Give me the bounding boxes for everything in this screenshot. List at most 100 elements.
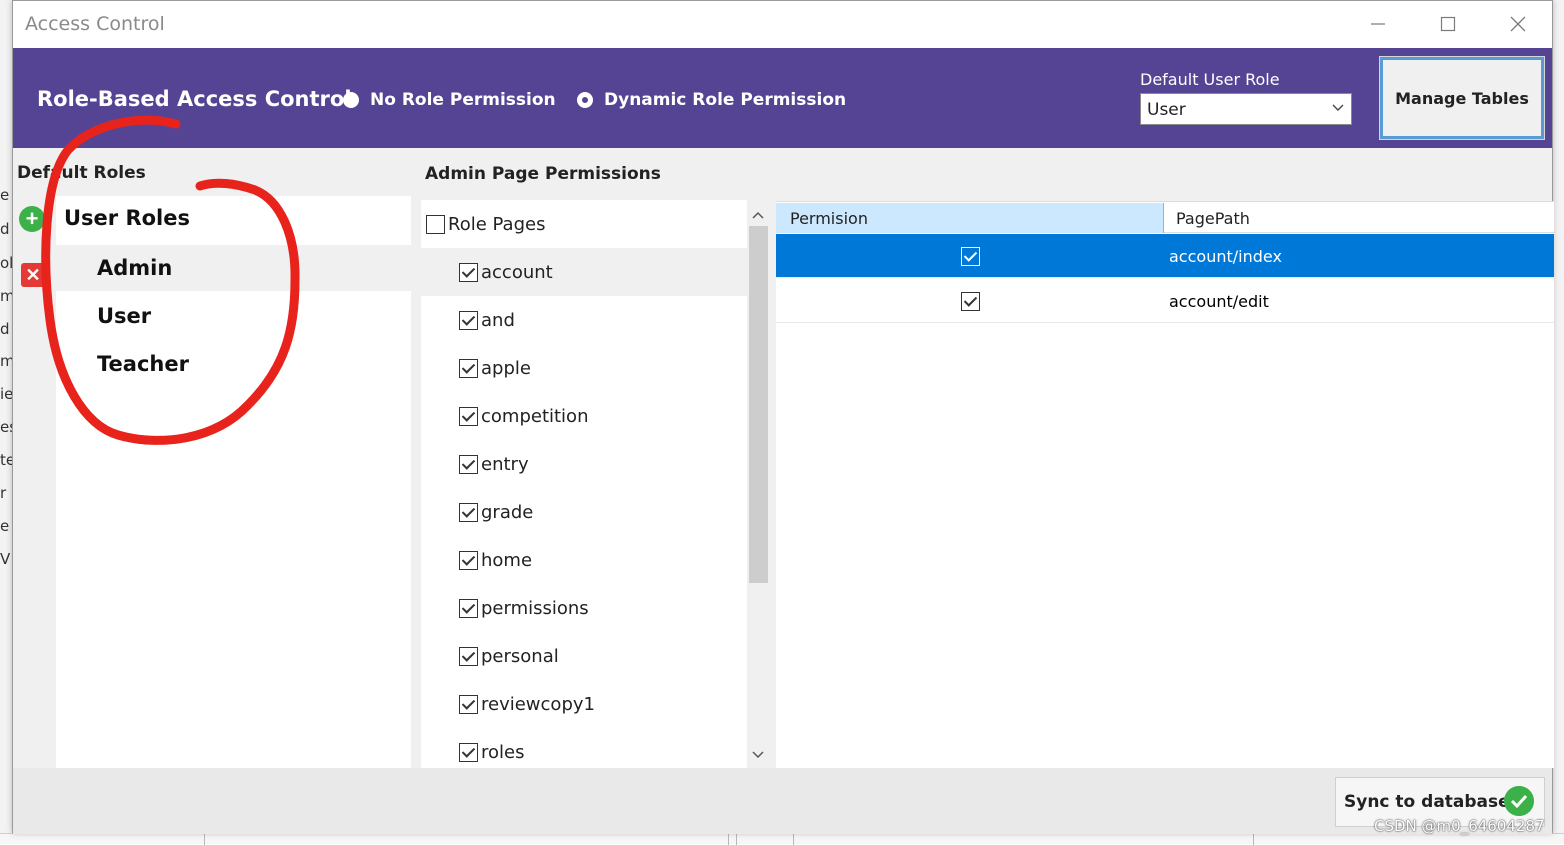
chevron-down-icon — [752, 751, 764, 759]
permissions-grid: Permision PagePath account/index account… — [776, 201, 1554, 768]
radio-label: No Role Permission — [370, 90, 556, 110]
background-window-bottom — [0, 833, 1564, 845]
column-header-pagepath[interactable]: PagePath — [1164, 203, 1554, 233]
checkbox[interactable] — [459, 550, 478, 570]
column-header-permission[interactable]: Permision — [776, 203, 1164, 233]
page-item[interactable]: personal — [421, 632, 747, 680]
chevron-down-icon — [1332, 104, 1344, 111]
permission-checkbox[interactable] — [961, 292, 980, 311]
page-item-label: account — [481, 261, 553, 283]
roles-tree: User Roles Admin User Teacher — [56, 196, 411, 768]
watermark: CSDN @m0_64604287 — [1374, 817, 1545, 835]
maximize-icon — [1440, 16, 1456, 32]
table-row[interactable]: account/edit — [776, 279, 1554, 323]
role-pages-root[interactable]: Role Pages — [421, 200, 747, 248]
default-user-role-label: Default User Role — [1140, 70, 1280, 89]
page-item[interactable]: permissions — [421, 584, 747, 632]
checkbox[interactable] — [459, 358, 478, 378]
default-user-role-value: User — [1147, 100, 1186, 120]
background-text-fragment: d — [0, 320, 10, 338]
header-band: Role-Based Access Control No Role Permis… — [13, 48, 1552, 148]
footer-bar: Sync to database — [13, 768, 1552, 834]
minimize-icon — [1371, 23, 1385, 25]
radio-dot-icon — [343, 92, 359, 108]
checkbox[interactable] — [459, 502, 478, 522]
window-title: Access Control — [25, 13, 165, 35]
page-item-label: and — [481, 309, 515, 331]
page-item-label: permissions — [481, 597, 589, 619]
grid-header: Permision PagePath — [776, 203, 1554, 233]
page-item[interactable]: and — [421, 296, 747, 344]
delete-role-button[interactable]: ✕ — [21, 263, 45, 287]
manage-tables-label: Manage Tables — [1395, 88, 1529, 108]
background-text-fragment: e — [0, 186, 10, 204]
access-control-window: Access Control Role-Based Access Control… — [12, 0, 1554, 834]
minimize-button[interactable] — [1355, 9, 1401, 39]
page-item[interactable]: competition — [421, 392, 747, 440]
radio-no-role-permission[interactable]: No Role Permission — [343, 90, 556, 110]
page-item[interactable]: account — [421, 248, 747, 296]
user-roles-group[interactable]: User Roles — [64, 206, 190, 230]
page-item[interactable]: apple — [421, 344, 747, 392]
background-window-left: e d ol m d m ie es te r e V — [0, 0, 17, 844]
close-icon — [1510, 16, 1526, 32]
checkbox[interactable] — [459, 694, 478, 714]
checkbox[interactable] — [426, 214, 445, 234]
checkbox[interactable] — [459, 742, 478, 762]
background-text-fragment: V — [0, 550, 11, 568]
page-item[interactable]: roles — [421, 728, 747, 768]
role-item-user[interactable]: User — [56, 293, 411, 339]
page-item-label: roles — [481, 741, 525, 763]
add-role-button[interactable]: + — [19, 206, 45, 232]
scroll-up-button[interactable] — [747, 204, 769, 226]
page-item-label: competition — [481, 405, 589, 427]
pages-tree: Role Pages account and apple competition ent… — [421, 200, 747, 768]
checkbox[interactable] — [459, 646, 478, 666]
radio-label: Dynamic Role Permission — [604, 90, 847, 110]
page-item-label: reviewcopy1 — [481, 693, 595, 715]
page-path-cell: account/edit — [1169, 292, 1269, 311]
default-roles-heading: Default Roles — [17, 163, 146, 183]
page-item[interactable]: reviewcopy1 — [421, 680, 747, 728]
role-pages-label: Role Pages — [448, 213, 546, 235]
close-button[interactable] — [1495, 9, 1541, 39]
pages-scrollbar[interactable] — [747, 200, 769, 768]
page-item[interactable]: home — [421, 536, 747, 584]
main-content: Default Roles + ✕ User Roles Admin User … — [13, 148, 1554, 768]
role-item-teacher[interactable]: Teacher — [56, 341, 411, 387]
background-text-fragment: r — [0, 484, 7, 502]
app-title: Role-Based Access Control — [37, 87, 352, 111]
page-item-label: apple — [481, 357, 531, 379]
manage-tables-button[interactable]: Manage Tables — [1379, 56, 1545, 140]
sync-label: Sync to database — [1344, 792, 1510, 812]
checkbox[interactable] — [459, 406, 478, 426]
page-item-label: entry — [481, 453, 529, 475]
background-text-fragment: e — [0, 517, 10, 535]
role-item-admin[interactable]: Admin — [56, 245, 411, 291]
scroll-down-button[interactable] — [747, 744, 769, 766]
radio-dot-selected-icon — [577, 92, 593, 108]
admin-page-permissions-heading: Admin Page Permissions — [425, 164, 661, 184]
checkbox[interactable] — [459, 310, 478, 330]
page-item[interactable]: grade — [421, 488, 747, 536]
title-bar: Access Control — [13, 1, 1552, 47]
background-text-fragment: d — [0, 220, 10, 238]
checkbox[interactable] — [459, 262, 478, 282]
page-item[interactable]: entry — [421, 440, 747, 488]
default-user-role-select[interactable]: User — [1140, 93, 1352, 125]
scroll-thumb[interactable] — [749, 226, 768, 583]
maximize-button[interactable] — [1425, 9, 1471, 39]
radio-dynamic-role-permission[interactable]: Dynamic Role Permission — [577, 90, 846, 110]
page-item-label: home — [481, 549, 533, 571]
check-circle-icon — [1504, 786, 1534, 816]
page-item-label: personal — [481, 645, 559, 667]
permission-checkbox[interactable] — [961, 247, 980, 266]
x-icon: ✕ — [25, 265, 41, 285]
table-row[interactable]: account/index — [776, 234, 1554, 278]
page-item-label: grade — [481, 501, 534, 523]
page-path-cell: account/index — [1169, 247, 1282, 266]
checkbox[interactable] — [459, 598, 478, 618]
plus-icon: + — [25, 206, 39, 231]
chevron-up-icon — [752, 211, 764, 219]
checkbox[interactable] — [459, 454, 478, 474]
